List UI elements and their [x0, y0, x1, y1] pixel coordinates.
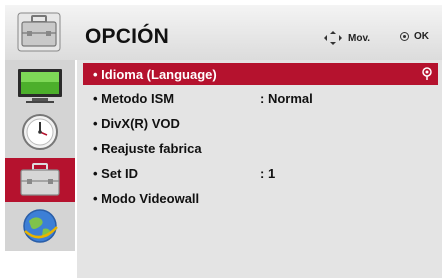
- osd-menu-panel: OPCIÓN Mov. OK • Idioma (Language) • Met…: [5, 5, 442, 278]
- menu-item-reajuste-fabrica[interactable]: • Reajuste fabrica: [83, 137, 438, 159]
- ok-button-icon: [400, 32, 409, 41]
- option-briefcase-icon: [20, 163, 60, 196]
- sidebar-item-picture[interactable]: [5, 64, 75, 108]
- menu-item-set-id[interactable]: • Set ID : 1: [83, 162, 438, 184]
- menu-item-modo-videowall[interactable]: • Modo Videowall: [83, 187, 438, 209]
- move-arrows-icon: [324, 31, 342, 45]
- sidebar-item-network[interactable]: [5, 204, 75, 248]
- menu-item-idioma[interactable]: • Idioma (Language): [83, 63, 438, 85]
- menu-item-divx-vod[interactable]: • DivX(R) VOD: [83, 112, 438, 134]
- menu-content: • Idioma (Language) • Metodo ISM : Norma…: [77, 60, 442, 278]
- menu-item-metodo-ism[interactable]: • Metodo ISM : Normal: [83, 87, 438, 109]
- menu-item-label: • Set ID: [93, 165, 139, 181]
- sidebar-item-option[interactable]: [5, 158, 75, 202]
- ok-hint-label: OK: [414, 31, 429, 42]
- option-briefcase-icon: [17, 12, 61, 52]
- menu-item-label: • DivX(R) VOD: [93, 115, 180, 131]
- page-title: OPCIÓN: [85, 25, 170, 48]
- ok-hint: OK: [400, 31, 429, 42]
- network-globe-icon: [23, 209, 58, 243]
- menu-item-label: • Reajuste fabrica: [93, 140, 202, 156]
- picture-monitor-icon: [18, 69, 62, 103]
- menu-header: OPCIÓN Mov. OK: [5, 5, 442, 60]
- move-hint: Mov.: [324, 31, 370, 45]
- category-sidebar: [5, 60, 75, 251]
- menu-item-label: • Metodo ISM: [93, 90, 175, 106]
- menu-item-label: • Idioma (Language): [93, 66, 217, 82]
- sidebar-item-time[interactable]: [5, 110, 75, 154]
- move-hint-label: Mov.: [348, 32, 371, 44]
- menu-item-label: • Modo Videowall: [93, 190, 200, 206]
- clock-icon: [22, 114, 58, 150]
- selected-pin-icon: [422, 67, 432, 80]
- menu-item-value: : 1: [260, 165, 276, 181]
- menu-item-value: : Normal: [260, 90, 313, 106]
